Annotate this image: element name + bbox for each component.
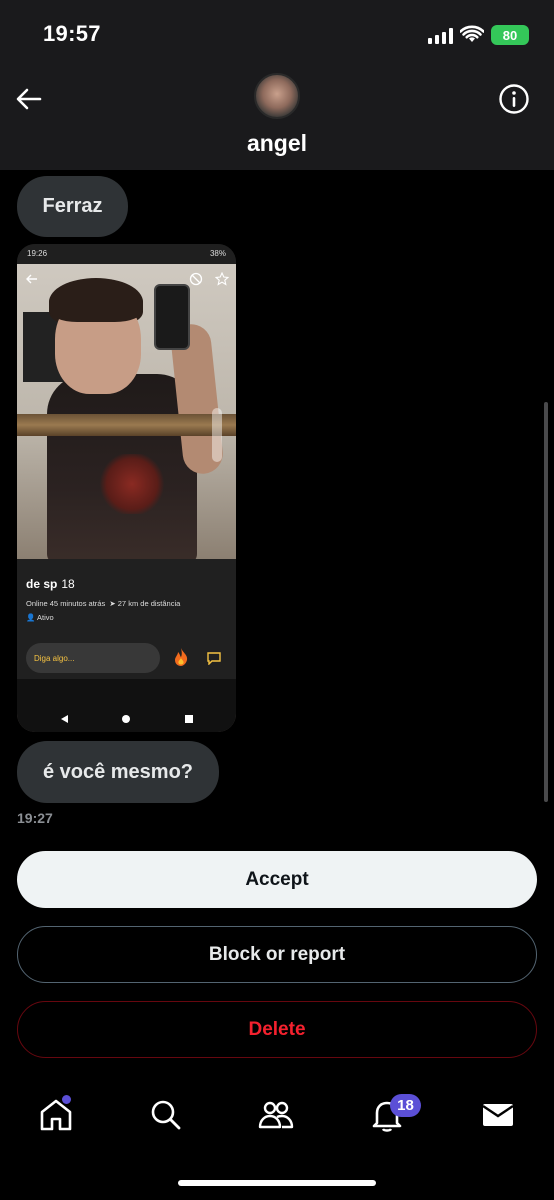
status-bar: 19:57 80	[0, 0, 554, 70]
photo-slider-handle	[212, 408, 222, 462]
home-indicator[interactable]	[178, 1180, 376, 1186]
notifications-badge: 18	[390, 1094, 421, 1117]
shelf	[17, 414, 236, 436]
message-bubble[interactable]: é você mesmo?	[17, 741, 219, 803]
avatar[interactable]	[254, 73, 300, 119]
message-timestamp: 19:27	[17, 810, 53, 826]
compose-field: Diga algo...	[26, 643, 160, 673]
info-icon[interactable]	[498, 83, 530, 115]
screenshot-status-bar: 19:26 38%	[17, 244, 236, 264]
accept-button[interactable]: Accept	[17, 851, 537, 908]
battery-indicator: 80	[491, 25, 529, 45]
status-time: 19:57	[43, 21, 101, 46]
phone-in-photo	[154, 284, 190, 350]
home-notification-dot	[62, 1095, 71, 1104]
android-home-icon	[122, 715, 130, 723]
message-image[interactable]: 19:26 38% de sp 18 Online 45 minutos atrá…	[17, 244, 236, 732]
screenshot-nav-bar	[17, 679, 236, 732]
screenshot-battery: 38%	[209, 249, 226, 258]
screenshot-time: 19:26	[27, 249, 48, 258]
profile-name: de sp 18	[26, 577, 75, 591]
conversation-header: angel	[0, 70, 554, 170]
delete-button[interactable]: Delete	[17, 1001, 537, 1058]
profile-active-status: 👤 Ativo	[26, 613, 54, 622]
android-recent-icon	[185, 715, 193, 723]
star-icon	[215, 272, 229, 286]
profile-card: de sp 18 Online 45 minutos atrás ➤ 27 km …	[17, 559, 236, 679]
back-arrow-icon	[26, 274, 37, 284]
profile-age: 18	[61, 577, 75, 591]
signal-icon	[428, 28, 453, 44]
conversation-name[interactable]: angel	[0, 130, 554, 157]
wifi-icon	[460, 25, 484, 42]
back-arrow-icon[interactable]	[14, 84, 44, 114]
fire-icon	[175, 648, 188, 666]
jersey-print	[97, 454, 167, 514]
messages-icon[interactable]	[480, 1097, 516, 1133]
block-or-report-button[interactable]: Block or report	[17, 926, 537, 983]
communities-icon[interactable]	[258, 1097, 294, 1133]
person-hair-top	[49, 282, 143, 322]
block-icon	[189, 272, 203, 286]
search-icon[interactable]	[148, 1097, 184, 1133]
message-bubble[interactable]: Ferraz	[17, 176, 128, 237]
profile-online-status: Online 45 minutos atrás ➤ 27 km de distâ…	[26, 599, 181, 608]
chat-icon	[207, 652, 221, 665]
android-back-icon	[61, 715, 68, 723]
scrollbar[interactable]	[544, 402, 548, 802]
